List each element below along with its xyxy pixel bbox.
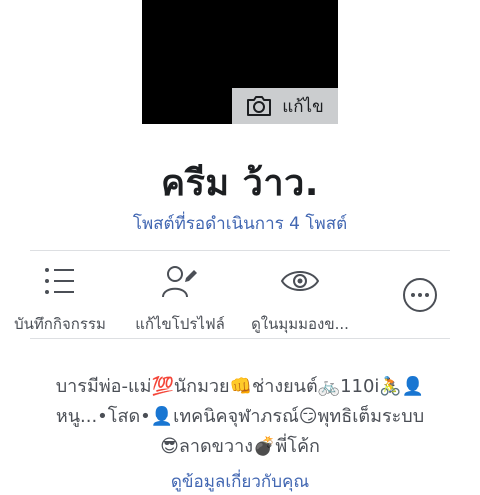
edit-profile-icon	[162, 264, 198, 298]
divider-bottom	[30, 338, 450, 339]
edit-profile-button[interactable]: แก้ไขโปรไฟล์	[120, 252, 240, 338]
camera-icon	[246, 95, 272, 117]
bio-line: บารมีพ่อ-แม่💯นักมวย👊ช่างยนต์🚲110i🚴👤	[55, 376, 425, 397]
view-as-button[interactable]: ดูในมุมมองข...	[240, 252, 360, 338]
profile-name: ครีม ว้าว.	[160, 163, 319, 204]
about-link[interactable]: ดูข้อมูลเกี่ยวกับคุณ	[0, 468, 480, 495]
edit-photo-label: แก้ไข	[282, 96, 324, 117]
profile-bio: บารมีพ่อ-แม่💯นักมวย👊ช่างยนต์🚲110i🚴👤 หนู.…	[0, 372, 480, 462]
bio-line: หนู...•โสด•👤เทคนิคจุฬาภรณ์😏พุทธิเต็มระบบ	[55, 406, 425, 427]
list-icon	[44, 264, 76, 298]
profile-actions: บันทึกกิจกรรม แก้ไขโปรไฟล์ ดูในมุมมองข..…	[0, 252, 480, 338]
activity-log-label: บันทึกกิจกรรม	[14, 315, 106, 333]
more-options-button[interactable]	[360, 252, 480, 338]
edit-photo-button[interactable]: แก้ไข	[232, 88, 338, 124]
edit-profile-label: แก้ไขโปรไฟล์	[135, 315, 225, 333]
divider-top	[30, 250, 450, 251]
bio-line: 😎ลาดขวาง💣พี่โค้ก	[160, 436, 320, 457]
more-icon	[402, 278, 438, 312]
activity-log-button[interactable]: บันทึกกิจกรรม	[0, 252, 120, 338]
pending-posts-link[interactable]: โพสต์ที่รอดำเนินการ 4 โพสต์	[0, 210, 480, 237]
view-as-label: ดูในมุมมองข...	[251, 315, 349, 333]
eye-icon	[281, 264, 319, 298]
